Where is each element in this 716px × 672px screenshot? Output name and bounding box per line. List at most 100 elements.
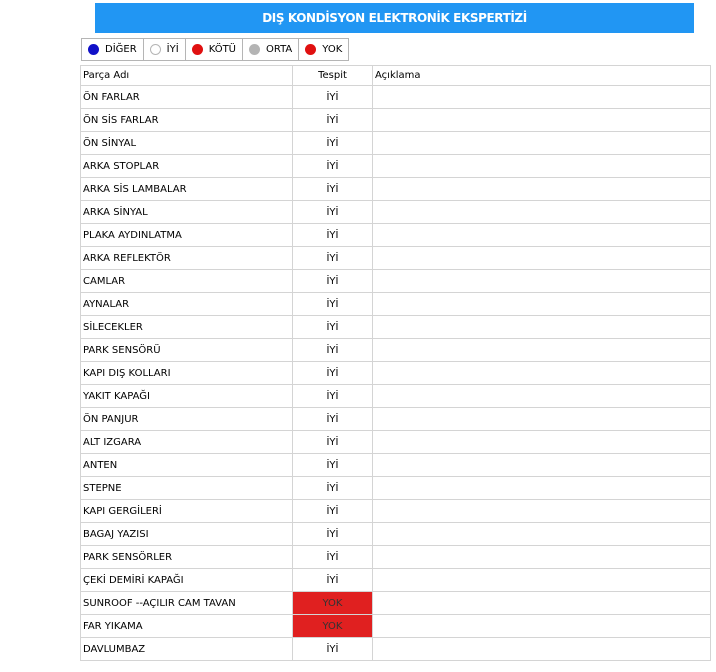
column-header-status: Tespit (292, 65, 373, 86)
table-row: STEPNE İYİ (80, 476, 711, 500)
note-cell (372, 614, 711, 638)
note-cell (372, 407, 711, 431)
part-name-cell: STEPNE (80, 476, 293, 500)
table-row: SUNROOF --AÇILIR CAM TAVAN YOK (80, 591, 711, 615)
status-cell: İYİ (292, 154, 373, 178)
status-cell: İYİ (292, 476, 373, 500)
part-name-cell: CAMLAR (80, 269, 293, 293)
status-cell: YOK (292, 614, 373, 638)
table-row: CAMLAR İYİ (80, 269, 711, 293)
note-cell (372, 430, 711, 454)
status-cell: İYİ (292, 315, 373, 339)
legend-item: YOK (299, 39, 348, 60)
legend-label: DİĞER (105, 44, 137, 55)
status-cell: İYİ (292, 522, 373, 546)
note-cell (372, 223, 711, 247)
table-row: AYNALAR İYİ (80, 292, 711, 316)
note-cell (372, 384, 711, 408)
part-name-cell: ARKA STOPLAR (80, 154, 293, 178)
status-cell: İYİ (292, 338, 373, 362)
table-row: ARKA SİS LAMBALAR İYİ (80, 177, 711, 201)
note-cell (372, 591, 711, 615)
note-cell (372, 200, 711, 224)
status-cell: İYİ (292, 200, 373, 224)
note-cell (372, 131, 711, 155)
part-name-cell: AYNALAR (80, 292, 293, 316)
table-row: BAGAJ YAZISI İYİ (80, 522, 711, 546)
status-dot-icon (149, 44, 161, 55)
table-row: DAVLUMBAZ İYİ (80, 637, 711, 661)
part-name-cell: ALT IZGARA (80, 430, 293, 454)
note-cell (372, 568, 711, 592)
part-name-cell: ARKA REFLEKTÖR (80, 246, 293, 270)
column-header-part: Parça Adı (80, 65, 293, 86)
status-dot-icon (249, 44, 260, 55)
part-name-cell: ÖN SİNYAL (80, 131, 293, 155)
table-header-row: Parça Adı Tespit Açıklama (80, 65, 711, 86)
note-cell (372, 177, 711, 201)
legend-label: ORTA (266, 44, 293, 55)
note-cell (372, 637, 711, 661)
status-dot-icon (305, 44, 317, 55)
table-row: ÇEKİ DEMİRİ KAPAĞI İYİ (80, 568, 711, 592)
status-cell: İYİ (292, 499, 373, 523)
table-row: PLAKA AYDINLATMA İYİ (80, 223, 711, 247)
table-row: ÖN SİS FARLAR İYİ (80, 108, 711, 132)
inspection-table-container: Parça Adı Tespit Açıklama ÖN FARLAR İYİ ÖN… (80, 65, 711, 661)
part-name-cell: ANTEN (80, 453, 293, 477)
legend-item: KÖTÜ (186, 39, 243, 60)
part-name-cell: DAVLUMBAZ (80, 637, 293, 661)
status-cell: İYİ (292, 223, 373, 247)
note-cell (372, 453, 711, 477)
note-cell (372, 545, 711, 569)
inspection-table: Parça Adı Tespit Açıklama ÖN FARLAR İYİ ÖN… (80, 65, 711, 661)
status-legend: DİĞER İYİ KÖTÜ ORTA YOK (81, 38, 350, 61)
legend-label: KÖTÜ (208, 44, 236, 55)
table-row: KAPI DIŞ KOLLARI İYİ (80, 361, 711, 385)
status-cell: İYİ (292, 407, 373, 431)
legend-label: İYİ (166, 44, 179, 55)
part-name-cell: PLAKA AYDINLATMA (80, 223, 293, 247)
note-cell (372, 338, 711, 362)
part-name-cell: ÇEKİ DEMİRİ KAPAĞI (80, 568, 293, 592)
table-row: ARKA SİNYAL İYİ (80, 200, 711, 224)
part-name-cell: YAKIT KAPAĞI (80, 384, 293, 408)
status-cell: İYİ (292, 85, 373, 109)
part-name-cell: KAPI DIŞ KOLLARI (80, 361, 293, 385)
note-cell (372, 476, 711, 500)
legend-item: DİĞER (82, 39, 144, 60)
status-cell: İYİ (292, 545, 373, 569)
note-cell (372, 85, 711, 109)
status-cell: İYİ (292, 453, 373, 477)
note-cell (372, 246, 711, 270)
part-name-cell: ARKA SİS LAMBALAR (80, 177, 293, 201)
status-cell: YOK (292, 591, 373, 615)
table-row: ÖN PANJUR İYİ (80, 407, 711, 431)
status-cell: İYİ (292, 430, 373, 454)
table-row: PARK SENSÖRÜ İYİ (80, 338, 711, 362)
part-name-cell: SUNROOF --AÇILIR CAM TAVAN (80, 591, 293, 615)
part-name-cell: ÖN FARLAR (80, 85, 293, 109)
part-name-cell: ÖN SİS FARLAR (80, 108, 293, 132)
table-row: ÖN SİNYAL İYİ (80, 131, 711, 155)
status-dot-icon (191, 44, 203, 55)
part-name-cell: FAR YIKAMA (80, 614, 293, 638)
legend-item: ORTA (243, 39, 300, 60)
note-cell (372, 154, 711, 178)
legend-item: İYİ (144, 39, 186, 60)
part-name-cell: PARK SENSÖRLER (80, 545, 293, 569)
status-cell: İYİ (292, 131, 373, 155)
status-cell: İYİ (292, 246, 373, 270)
part-name-cell: PARK SENSÖRÜ (80, 338, 293, 362)
note-cell (372, 315, 711, 339)
legend-label: YOK (322, 44, 343, 55)
part-name-cell: ÖN PANJUR (80, 407, 293, 431)
table-row: YAKIT KAPAĞI İYİ (80, 384, 711, 408)
note-cell (372, 108, 711, 132)
status-cell: İYİ (292, 177, 373, 201)
status-cell: İYİ (292, 269, 373, 293)
table-row: PARK SENSÖRLER İYİ (80, 545, 711, 569)
status-cell: İYİ (292, 361, 373, 385)
table-row: FAR YIKAMA YOK (80, 614, 711, 638)
column-header-note: Açıklama (372, 65, 711, 86)
